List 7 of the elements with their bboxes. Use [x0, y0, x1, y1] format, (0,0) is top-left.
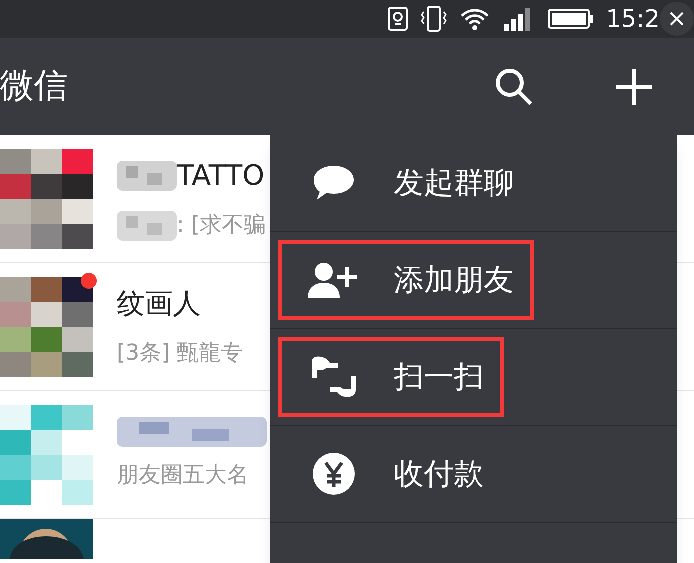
chat-preview: : [求不骗	[177, 212, 266, 240]
chat-name: TATTO	[177, 158, 265, 194]
chat-name: 纹画人	[117, 286, 201, 322]
chat-preview: 朋友圈五大名	[117, 462, 249, 490]
clock-time: 15:2	[606, 4, 660, 35]
chat-preview: [3条] 甄龍专	[117, 340, 244, 368]
app-title: 微信	[0, 65, 68, 108]
